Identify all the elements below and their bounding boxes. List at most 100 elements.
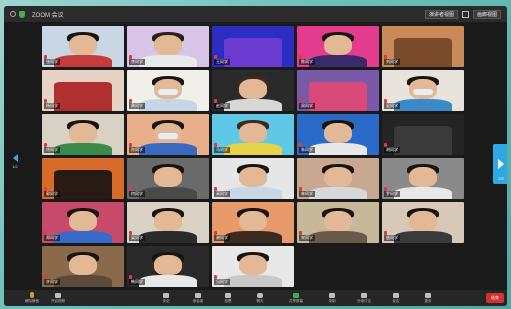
- participant-tile[interactable]: 周同学: [297, 70, 379, 111]
- participant-name: 韩同学: [129, 279, 145, 285]
- arrow-right-icon: [498, 159, 504, 169]
- participant-tile[interactable]: 吴同学: [382, 70, 464, 111]
- participant-body: [394, 230, 452, 243]
- reactions-label: 反应: [392, 298, 400, 303]
- reactions-button[interactable]: 反应: [382, 290, 410, 306]
- participant-name: 何同学: [129, 191, 145, 197]
- video-button[interactable]: 开启视频: [44, 290, 72, 306]
- chat-button[interactable]: 聊天: [246, 290, 274, 306]
- participant-name: 黄同学: [129, 103, 145, 109]
- participant-name: 胡同学: [384, 147, 400, 153]
- chat-icon: [257, 292, 263, 298]
- participant-tile[interactable]: 谢同学: [212, 202, 294, 243]
- participant-tile[interactable]: 胡同学: [382, 114, 464, 155]
- security-button[interactable]: 安全: [152, 290, 180, 306]
- info-icon[interactable]: [10, 11, 16, 17]
- meeting-window: ZOOM 会议 演讲者视图 画廊视图 张同学 李同学 王同学 陈同学 刘同学 杨同学 黄同学…: [4, 6, 507, 306]
- participant-name: 林同学: [299, 191, 315, 197]
- participant-tile[interactable]: 张同学: [42, 26, 124, 67]
- participant-tile[interactable]: 孙同学: [127, 114, 209, 155]
- participant-face: [409, 167, 437, 187]
- participant-face: [239, 255, 267, 275]
- face-mask: [158, 88, 178, 95]
- participant-tile[interactable]: 王同学: [212, 26, 294, 67]
- participant-body: [309, 186, 367, 199]
- participant-name: 唐同学: [384, 235, 400, 241]
- participant-tile[interactable]: 黄同学: [127, 70, 209, 111]
- participant-tile[interactable]: 罗同学: [382, 158, 464, 199]
- previous-page-button[interactable]: 1/2: [9, 146, 21, 176]
- participant-name: 陈同学: [299, 59, 315, 65]
- participant-body: [224, 230, 282, 243]
- video-content: [224, 38, 282, 67]
- participant-body: [309, 230, 367, 243]
- video-content: [309, 82, 367, 111]
- poll-button[interactable]: 投票: [214, 290, 242, 306]
- participant-name: 郑同学: [44, 235, 60, 241]
- record-button[interactable]: 录制: [318, 290, 346, 306]
- chat-label: 聊天: [256, 298, 264, 303]
- participant-tile[interactable]: 刘同学: [382, 26, 464, 67]
- participant-tile[interactable]: 冯同学: [212, 246, 294, 287]
- participant-name: 吴同学: [384, 103, 400, 109]
- participant-tile[interactable]: 杨同学: [42, 70, 124, 111]
- participant-name: 郭同学: [44, 191, 60, 197]
- breakout-label: 分组讨论: [357, 298, 371, 303]
- participant-tile[interactable]: 李同学: [127, 26, 209, 67]
- participant-tile[interactable]: 郭同学: [42, 158, 124, 199]
- video-icon: [55, 292, 61, 298]
- more-icon: [425, 292, 431, 298]
- participant-body: [139, 54, 197, 67]
- participant-body: [224, 98, 282, 111]
- next-page-button[interactable]: 2/2: [493, 144, 507, 184]
- participant-tile[interactable]: 马同学: [212, 114, 294, 155]
- security-icon: [163, 292, 169, 298]
- reactions-icon: [393, 292, 399, 298]
- participant-tile[interactable]: 林同学: [297, 158, 379, 199]
- speaker-view-button[interactable]: 演讲者视图: [424, 9, 458, 19]
- participant-face: [154, 167, 182, 187]
- page-indicator-left: 1/2: [12, 163, 18, 169]
- participant-tile[interactable]: 韩同学: [127, 246, 209, 287]
- participant-name: 梁同学: [129, 235, 145, 241]
- participants-button[interactable]: 参会者: [184, 290, 212, 306]
- participant-tile[interactable]: 许同学: [42, 246, 124, 287]
- participant-tile[interactable]: 朱同学: [297, 114, 379, 155]
- participant-body: [139, 230, 197, 243]
- participant-face: [239, 123, 267, 143]
- participant-face: [154, 35, 182, 55]
- grid-view-icon[interactable]: [461, 10, 469, 18]
- participant-body: [224, 142, 282, 155]
- gallery-view-button[interactable]: 画廊视图: [472, 9, 501, 19]
- participant-tile[interactable]: 唐同学: [382, 202, 464, 243]
- participant-name: 李同学: [129, 59, 145, 65]
- participant-tile[interactable]: 徐同学: [42, 114, 124, 155]
- participant-body: [394, 186, 452, 199]
- participant-tile[interactable]: 梁同学: [127, 202, 209, 243]
- participant-body: [139, 274, 197, 287]
- participant-name: 马同学: [214, 147, 230, 153]
- share-button[interactable]: 共享屏幕: [282, 290, 310, 306]
- participant-body: [54, 142, 112, 155]
- participant-name: 宋同学: [299, 235, 315, 241]
- participant-face: [409, 211, 437, 231]
- mic-button[interactable]: 解除静音: [18, 290, 46, 306]
- participant-tile[interactable]: 赵同学: [212, 70, 294, 111]
- participant-body: [139, 98, 197, 111]
- participant-tile[interactable]: 陈同学: [297, 26, 379, 67]
- more-button[interactable]: 更多: [414, 290, 442, 306]
- participant-face: [154, 255, 182, 275]
- participant-face: [154, 211, 182, 231]
- participant-tile[interactable]: 宋同学: [297, 202, 379, 243]
- participant-tile[interactable]: 何同学: [127, 158, 209, 199]
- face-mask: [413, 88, 433, 95]
- participant-tile[interactable]: 郑同学: [42, 202, 124, 243]
- arrow-left-icon: [12, 153, 18, 162]
- participant-name: 王同学: [214, 59, 230, 65]
- end-meeting-button[interactable]: 结束: [486, 293, 504, 303]
- shield-icon[interactable]: [19, 10, 25, 18]
- breakout-button[interactable]: 分组讨论: [350, 290, 378, 306]
- participant-face: [69, 255, 97, 275]
- video-gallery: 张同学 李同学 王同学 陈同学 刘同学杨同学 黄同学 赵同学 周同学 吴同学徐同学 孙同学 马同学 朱…: [4, 22, 507, 290]
- participant-tile[interactable]: 高同学: [212, 158, 294, 199]
